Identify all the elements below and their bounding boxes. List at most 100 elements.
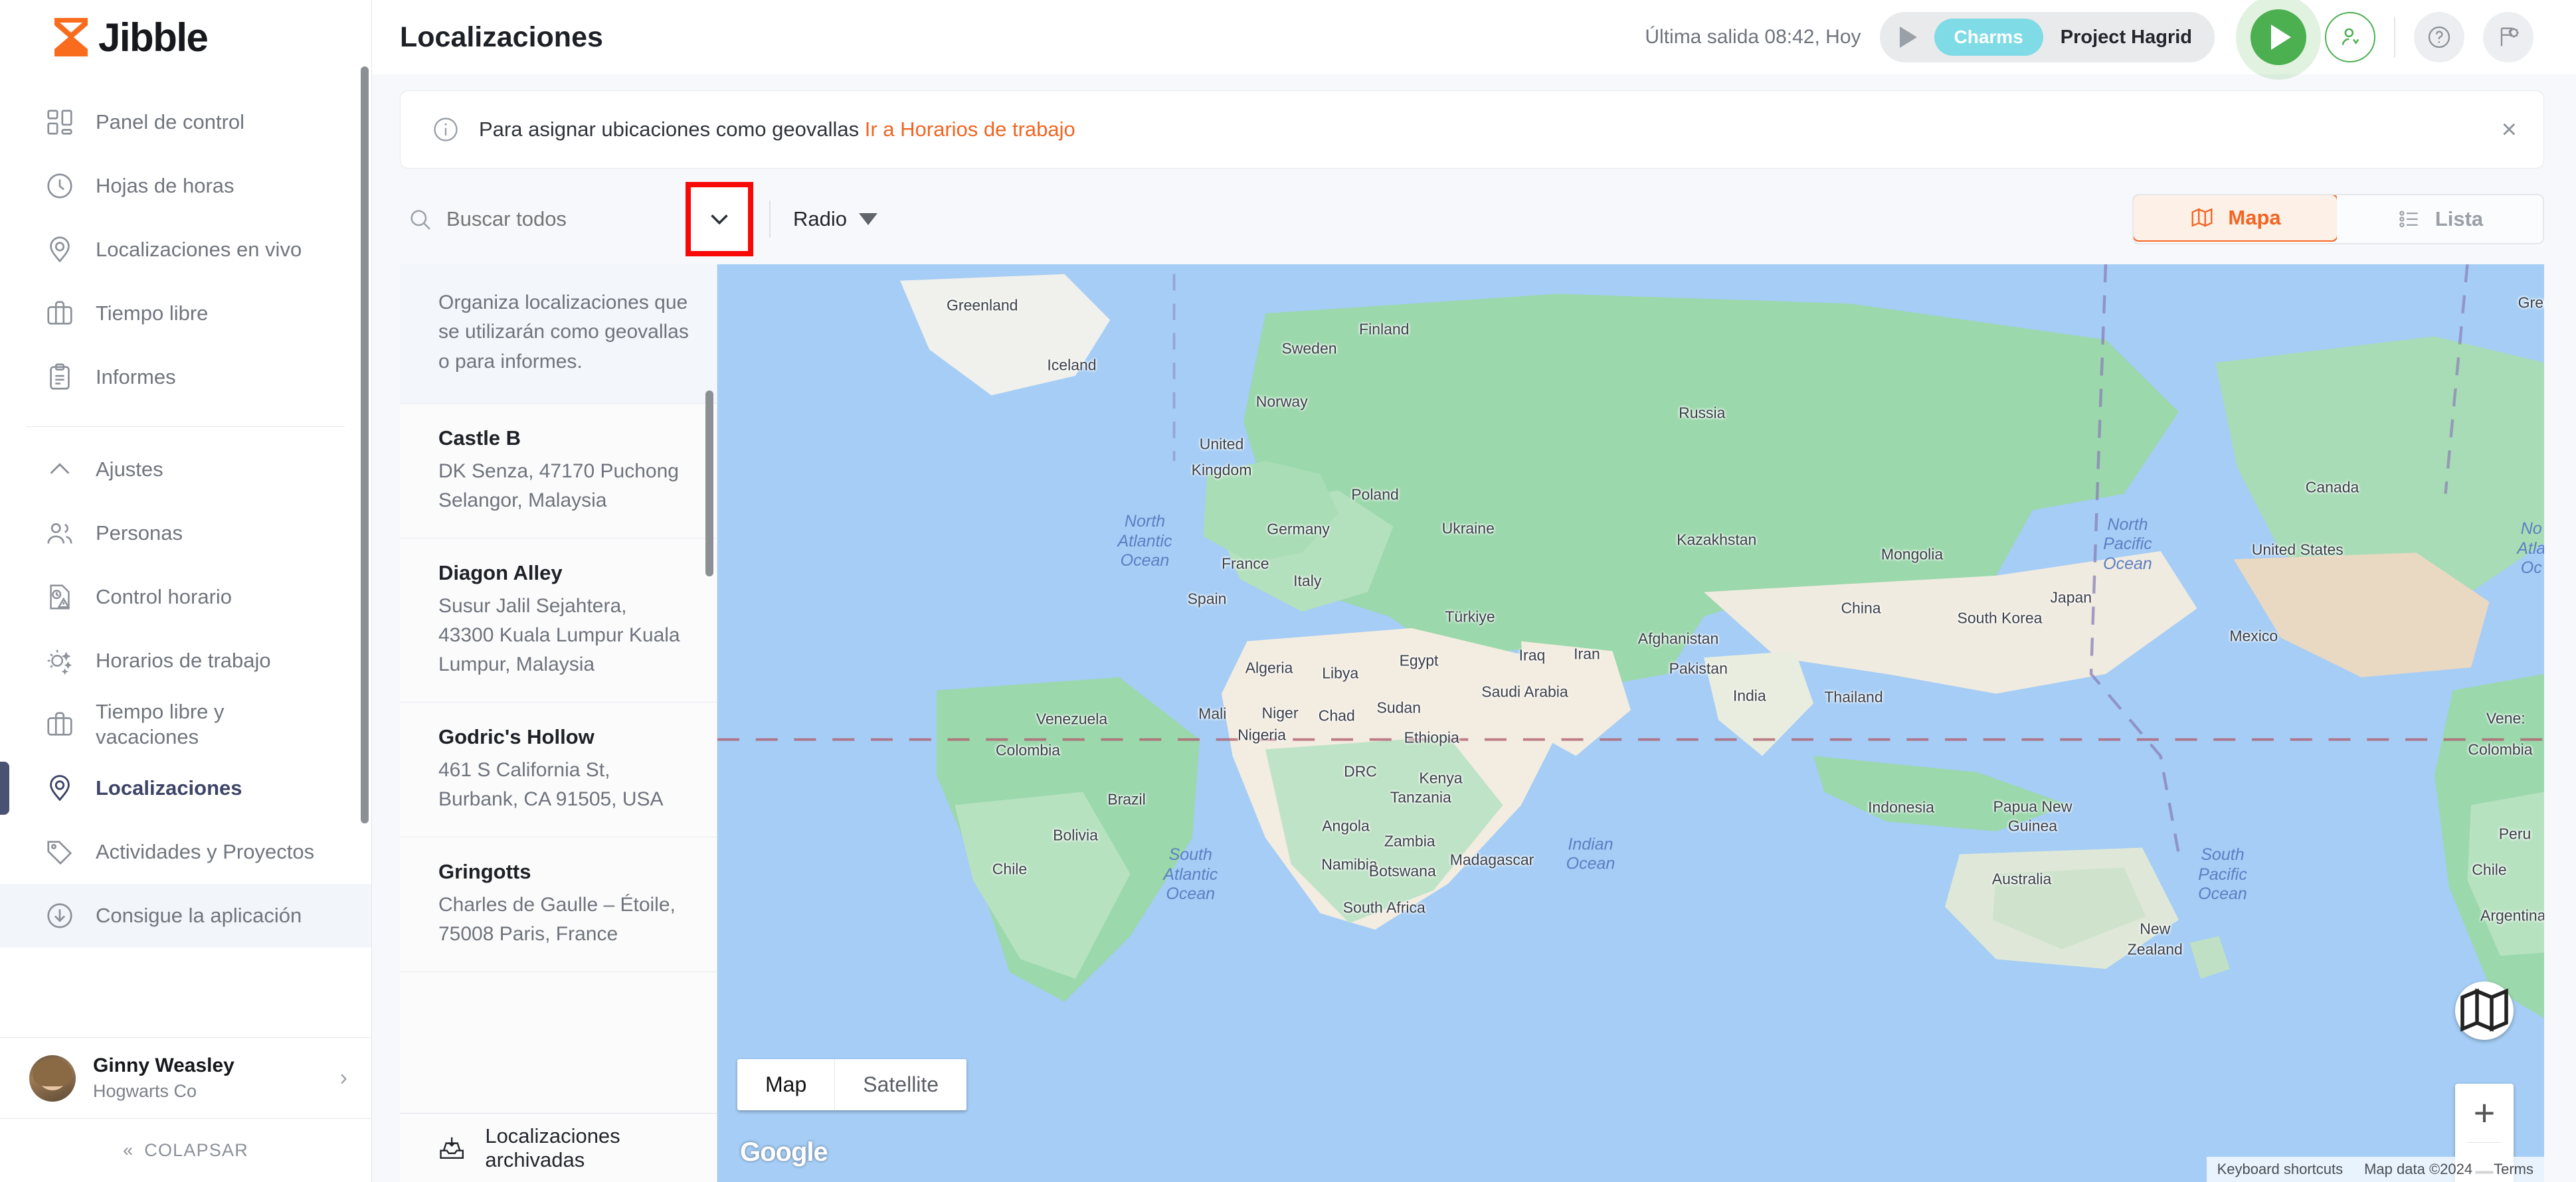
chevron-up-icon [43,452,77,487]
view-toggle: Mapa Lista [2132,194,2544,244]
tag-icon [43,835,77,869]
tab-list-view[interactable]: Lista [2337,195,2543,243]
sidebar-item-label: Localizaciones en vivo [96,238,302,262]
pin-icon [43,232,77,267]
zoom-in-button[interactable]: + [2455,1084,2514,1142]
chevron-down-icon [711,214,728,225]
map-type-toggle: Map Satellite [737,1059,967,1110]
map-type-satellite[interactable]: Satellite [835,1059,966,1110]
sidebar-item-dashboard[interactable]: Panel de control [0,90,371,154]
download-icon [43,898,77,933]
banner-message: Para asignar ubicaciones como geovallas [479,118,860,141]
active-timer-pill[interactable]: Charms Project Hagrid [1879,12,2215,62]
map-icon [2460,988,2508,1032]
banner-link[interactable]: Ir a Horarios de trabajo [865,118,1075,141]
map-fullscreen-button[interactable] [2455,981,2514,1040]
chevron-right-icon: › [339,1065,347,1090]
user-profile[interactable]: Ginny Weasley Hogwarts Co › [0,1037,371,1118]
close-icon[interactable]: × [2502,116,2517,143]
map-icon [2191,208,2213,227]
locations-list: Castle B DK Senza, 47170 Puchong Selango… [400,404,717,1113]
radio-label: Radio [793,207,847,230]
location-address: Charles de Gaulle – Étoile, 75008 Paris,… [438,893,676,945]
sidebar-item-time-off[interactable]: Tiempo libre [0,282,371,345]
map-canvas[interactable]: Greenland Iceland Sweden Finland Norway Russi… [717,264,2544,1182]
map-attribution: Keyboard shortcuts Map data ©2024 Terms [2206,1157,2544,1182]
location-address: 461 S California St, Burbank, CA 91505, … [438,759,664,810]
settings-button[interactable] [2483,12,2533,62]
user-name: Ginny Weasley [93,1055,234,1077]
collapse-sidebar-button[interactable]: « COLAPSAR [0,1118,371,1182]
sidebar-item-label: Hojas de horas [96,174,234,198]
last-clock-out-text: Última salida 08:42, Hoy [1645,26,1861,48]
suitcase-icon [43,707,77,742]
sidebar-item-label: Consigue la aplicación [96,904,302,928]
play-icon [2271,25,2291,50]
page-title: Localizaciones [400,21,603,53]
sidebar-scrollbar[interactable] [361,66,369,823]
location-address: Susur Jalil Sejahtera, 43300 Kuala Lumpu… [438,595,680,675]
activity-chip[interactable]: Charms [1934,19,2043,56]
question-icon [2428,26,2450,48]
sidebar-item-people[interactable]: Personas [0,501,371,565]
switch-user-button[interactable] [2325,12,2375,62]
help-button[interactable] [2414,12,2464,62]
list-item[interactable]: Diagon Alley Susur Jalil Sejahtera, 4330… [400,539,717,703]
sidebar-item-activities-projects[interactable]: Actividades y Proyectos [0,820,371,884]
sidebar-item-time-off-vacations[interactable]: Tiempo libre y vacaciones [0,693,371,756]
nav-group-settings: Ajustes Personas Control horario Horario… [0,434,371,948]
clipboard-icon [43,360,77,394]
locations-scrollbar[interactable] [705,390,713,576]
map-type-map[interactable]: Map [737,1059,836,1110]
map-and-list: Organiza localizaciones que se utilizará… [400,264,2544,1182]
keyboard-shortcuts-link[interactable]: Keyboard shortcuts [2207,1157,2354,1182]
locations-toolbar: Radio Mapa Lista [400,182,2544,256]
sidebar-item-reports[interactable]: Informes [0,345,371,409]
project-chip[interactable]: Project Hagrid [2061,27,2192,48]
search-input[interactable] [446,207,666,231]
gear-flag-icon [2500,27,2519,46]
play-small-icon [1899,27,1917,48]
terms-link[interactable]: Terms [2483,1157,2544,1182]
pin-icon [43,771,77,805]
sidebar-item-label: Localizaciones [96,776,242,800]
brand-logo[interactable]: Jibble [0,0,371,74]
map-data-text: Map data ©2024 [2364,1161,2473,1177]
avatar [29,1055,76,1102]
archived-locations-button[interactable]: Localizaciones archivadas [400,1113,717,1182]
collapse-label: COLAPSAR [144,1140,248,1160]
sidebar-item-label: Informes [96,365,176,389]
sidebar-item-get-app[interactable]: Consigue la aplicación [0,884,371,948]
brand-name: Jibble [98,15,209,60]
sidebar-item-live-locations[interactable]: Localizaciones en vivo [0,218,371,282]
start-timer-button[interactable] [2251,9,2306,65]
location-name: Gringotts [438,859,531,883]
location-name: Godric's Hollow [438,724,595,748]
main-area: Localizaciones Última salida 08:42, Hoy … [372,0,2576,1182]
hourglass-icon [54,18,88,56]
tab-map-view[interactable]: Mapa [2134,195,2338,242]
sidebar-item-label: Personas [96,521,183,545]
sidebar-item-label: Actividades y Proyectos [96,840,315,864]
sidebar-item-time-audit[interactable]: Control horario [0,565,371,629]
app-root: Jibble Panel de control Hojas de horas L… [0,0,2576,1182]
search-box[interactable] [400,206,679,232]
sidebar-item-settings[interactable]: Ajustes [0,438,371,501]
sidebar-item-label: Tiempo libre y vacaciones [96,700,225,748]
location-address: DK Senza, 47170 Puchong Selangor, Malays… [438,460,679,512]
divider [769,201,771,238]
person-switch-icon [2342,28,2359,45]
list-item[interactable]: Gringotts Charles de Gaulle – Étoile, 75… [400,837,717,972]
sidebar-item-timesheets[interactable]: Hojas de horas [0,154,371,218]
sidebar-item-schedules[interactable]: Horarios de trabajo [0,629,371,693]
radio-dropdown[interactable]: Radio [793,207,877,231]
filter-dropdown-toggle[interactable] [686,182,753,256]
nav-divider [27,426,345,427]
list-item[interactable]: Castle B DK Senza, 47170 Puchong Selango… [400,404,717,539]
list-item[interactable]: Godric's Hollow 461 S California St, Bur… [400,703,717,837]
top-bar: Localizaciones Última salida 08:42, Hoy … [372,0,2576,74]
search-icon [411,210,430,230]
suitcase-icon [43,296,77,331]
content: Para asignar ubicaciones como geovallas … [372,74,2576,1182]
sidebar-item-locations[interactable]: Localizaciones [0,756,371,820]
